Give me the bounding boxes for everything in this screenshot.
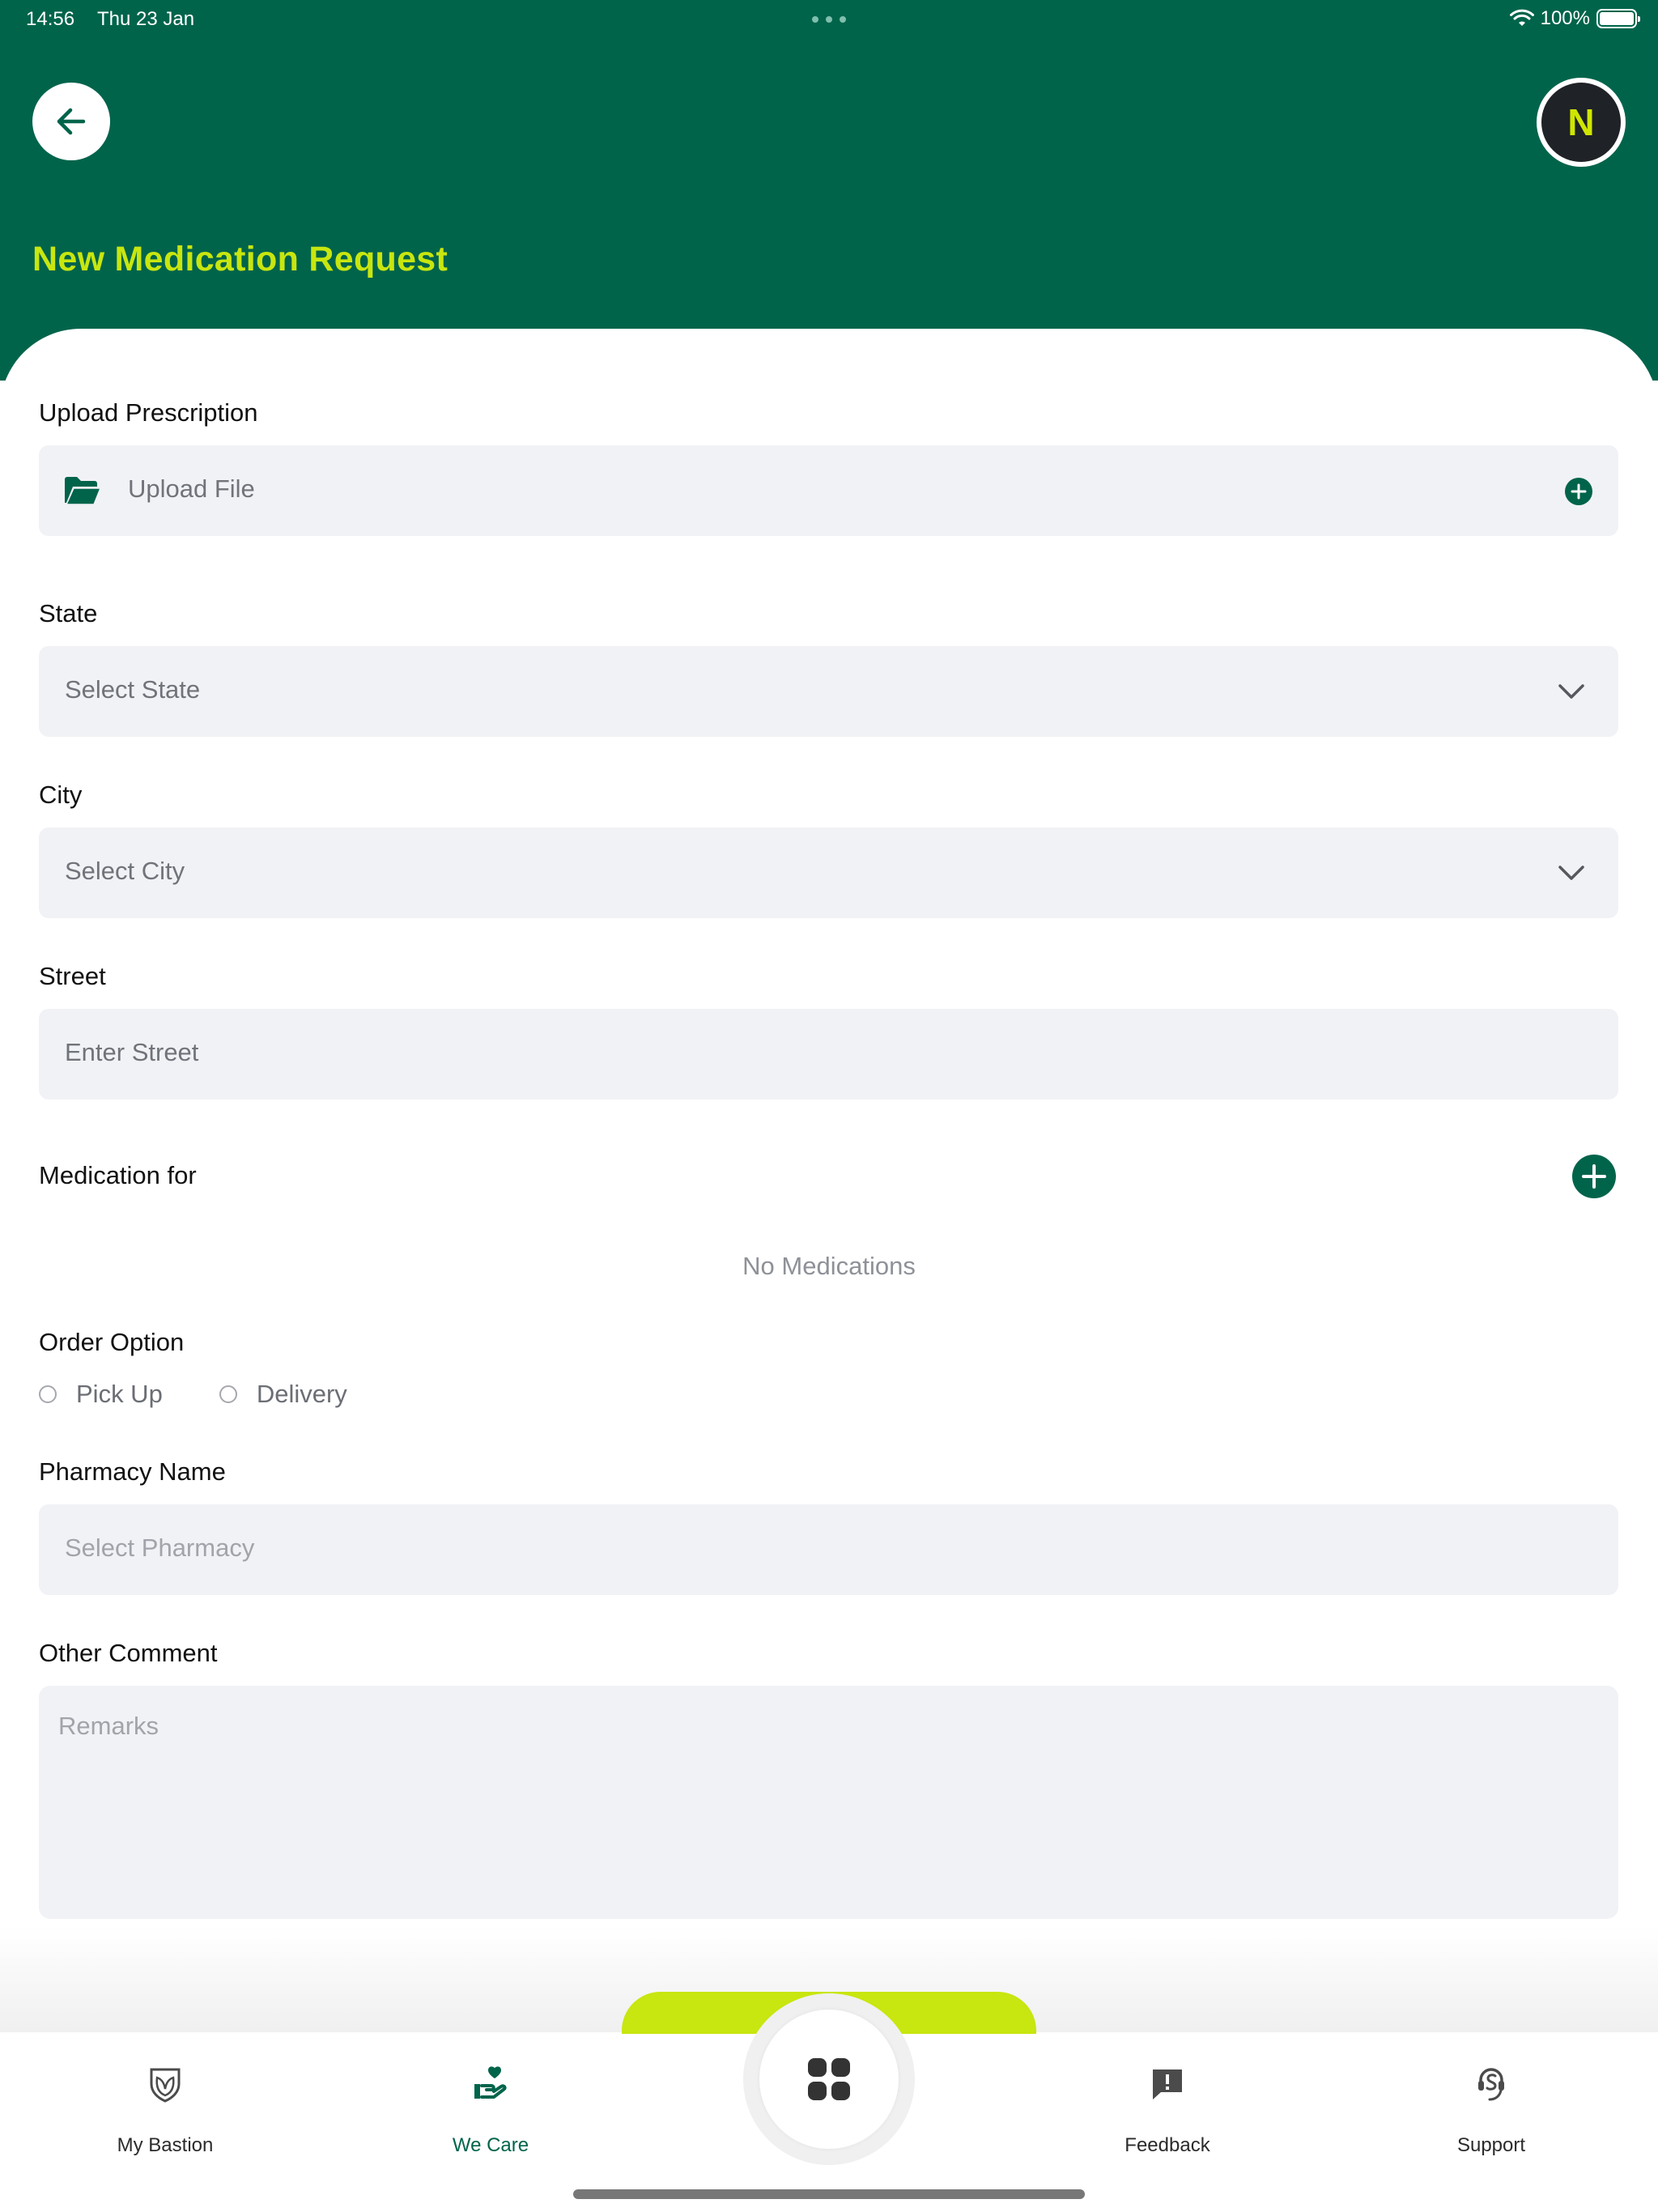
tab-we-care[interactable]: We Care (385, 2065, 596, 2162)
add-file-button[interactable] (1565, 478, 1592, 505)
pick-up-label: Pick Up (76, 1380, 163, 1408)
shield-leaf-icon (150, 2068, 181, 2103)
menu-grid-button[interactable] (759, 2010, 899, 2149)
battery-percent: 100% (1540, 7, 1590, 29)
state-select[interactable]: Select State (39, 646, 1618, 737)
state-label: State (39, 599, 98, 627)
feedback-icon (1153, 2069, 1182, 2099)
street-label: Street (39, 962, 106, 990)
pharmacy-placeholder: Select Pharmacy (65, 1534, 255, 1562)
add-medication-button[interactable] (1572, 1155, 1616, 1198)
order-option-label: Order Option (39, 1328, 185, 1356)
tab-my-bastion[interactable]: My Bastion (60, 2065, 270, 2162)
arrow-left-icon (57, 108, 86, 135)
battery-icon (1596, 9, 1640, 28)
city-select[interactable]: Select City (39, 827, 1618, 918)
order-option-group: Pick Up Delivery (39, 1378, 404, 1410)
tab-label: My Bastion (117, 2134, 214, 2156)
multitasking-dots-icon[interactable] (812, 16, 846, 23)
plus-icon (1571, 483, 1587, 500)
grid-icon (808, 2058, 850, 2100)
status-time: 14:56 (26, 8, 75, 30)
status-date: Thu 23 Jan (97, 8, 195, 30)
upload-file-label: Upload File (128, 474, 255, 503)
remarks-placeholder: Remarks (58, 1712, 159, 1740)
hand-heart-icon (474, 2066, 507, 2099)
wifi-icon (1509, 9, 1534, 26)
chevron-down-icon (1558, 684, 1584, 699)
pharmacy-select[interactable]: Select Pharmacy (39, 1504, 1618, 1595)
status-indicators: 100% (1509, 6, 1640, 31)
delivery-label: Delivery (256, 1380, 347, 1408)
radio-circle[interactable] (219, 1385, 237, 1403)
city-label: City (39, 781, 83, 809)
headset-icon (1478, 2068, 1504, 2101)
other-comment-label: Other Comment (39, 1639, 218, 1667)
street-placeholder: Enter Street (65, 1038, 199, 1066)
delivery-radio[interactable]: Delivery (219, 1380, 347, 1409)
radio-circle[interactable] (39, 1385, 57, 1403)
upload-file-button[interactable]: Upload File (39, 445, 1618, 536)
back-button[interactable] (32, 83, 110, 160)
tab-support[interactable]: Support (1386, 2065, 1596, 2162)
plus-icon (1582, 1164, 1606, 1189)
tab-feedback[interactable]: Feedback (1062, 2065, 1273, 2162)
tab-label: We Care (452, 2134, 529, 2156)
remarks-textarea[interactable]: Remarks (39, 1686, 1618, 1919)
avatar-initial: N (1541, 83, 1621, 162)
avatar[interactable]: N (1537, 78, 1626, 167)
street-input[interactable]: Enter Street (39, 1009, 1618, 1100)
folder-open-icon (65, 477, 102, 505)
pick-up-radio[interactable]: Pick Up (39, 1380, 163, 1409)
state-placeholder: Select State (65, 675, 201, 704)
no-medications-text: No Medications (742, 1252, 916, 1280)
city-placeholder: Select City (65, 857, 185, 885)
upload-prescription-label: Upload Prescription (39, 398, 258, 427)
chevron-down-icon (1558, 866, 1584, 880)
tab-label: Support (1456, 2134, 1526, 2156)
medication-for-label: Medication for (39, 1161, 197, 1189)
tab-label: Feedback (1124, 2134, 1210, 2156)
page-title: New Medication Request (32, 240, 449, 279)
header: 14:56 Thu 23 Jan 100% N New Medication R… (0, 0, 1658, 381)
status-bar: 14:56 Thu 23 Jan 100% (0, 0, 1658, 39)
home-indicator[interactable] (573, 2189, 1085, 2199)
pharmacy-name-label: Pharmacy Name (39, 1457, 226, 1486)
